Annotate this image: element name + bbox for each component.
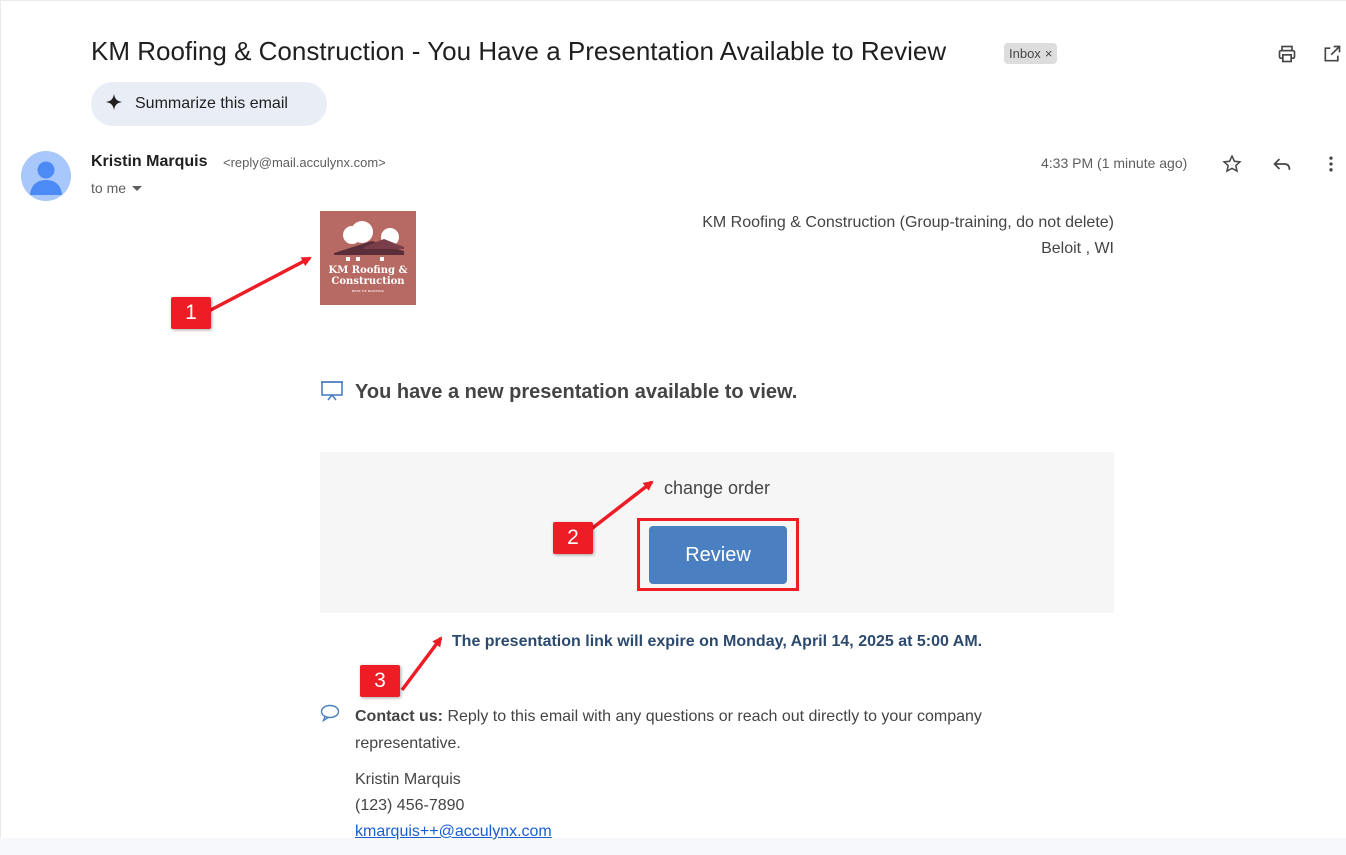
email-subject: KM Roofing & Construction - You Have a P… (91, 36, 947, 66)
recipient-label: to me (91, 180, 127, 196)
annotation-marker-1: 1 (171, 297, 211, 329)
annotation-marker-2: 2 (553, 522, 593, 554)
signature-phone: (123) 456-7890 (355, 797, 465, 814)
sender-avatar[interactable] (21, 151, 71, 201)
sender-email: <reply@mail.acculynx.com> (223, 155, 386, 170)
summarize-label: Summarize this email (135, 95, 288, 112)
reply-icon[interactable] (1270, 152, 1294, 176)
annotation-highlight-box (637, 518, 799, 591)
star-icon[interactable] (1220, 152, 1244, 176)
open-in-new-window-icon[interactable] (1320, 42, 1344, 66)
expiration-notice: The presentation link will expire on Mon… (451, 633, 983, 650)
remove-label-icon[interactable]: × (1045, 43, 1053, 64)
inbox-label-chip[interactable]: Inbox × (1004, 43, 1058, 64)
sparkle-icon (105, 93, 123, 116)
print-icon[interactable] (1275, 42, 1299, 66)
signature-email-link[interactable]: kmarquis++@acculynx.com (355, 823, 552, 841)
logo-text-line2: Construction (331, 276, 405, 287)
chat-bubble-icon (320, 704, 340, 727)
signature-name: Kristin Marquis (355, 771, 461, 788)
bottom-strip (0, 838, 1346, 855)
contact-label: Contact us: (355, 708, 443, 725)
recipient-details-toggle[interactable]: to me (91, 180, 143, 196)
logo-tagline: BEST OF ROOFING (351, 289, 385, 293)
company-location: Beloit , WI (1041, 240, 1114, 257)
annotation-marker-3: 3 (360, 665, 400, 697)
summarize-email-button[interactable]: Summarize this email (91, 82, 327, 126)
inbox-label-text: Inbox (1009, 46, 1041, 61)
presentation-heading: You have a new presentation available to… (355, 381, 798, 403)
more-vertical-icon[interactable] (1319, 152, 1343, 176)
document-title: change order (663, 478, 771, 498)
company-name: KM Roofing & Construction (Group-trainin… (702, 214, 1114, 231)
sender-name[interactable]: Kristin Marquis (91, 153, 207, 171)
contact-paragraph: Contact us: Reply to this email with any… (355, 703, 1075, 757)
presentation-icon (320, 380, 344, 407)
chevron-down-icon (132, 180, 143, 196)
company-logo: KM Roofing & Construction BEST OF ROOFIN… (320, 211, 416, 305)
contact-text: Reply to this email with any questions o… (355, 708, 982, 752)
logo-text-line1: KM Roofing & (328, 265, 408, 276)
email-timestamp: 4:33 PM (1 minute ago) (1041, 155, 1188, 171)
